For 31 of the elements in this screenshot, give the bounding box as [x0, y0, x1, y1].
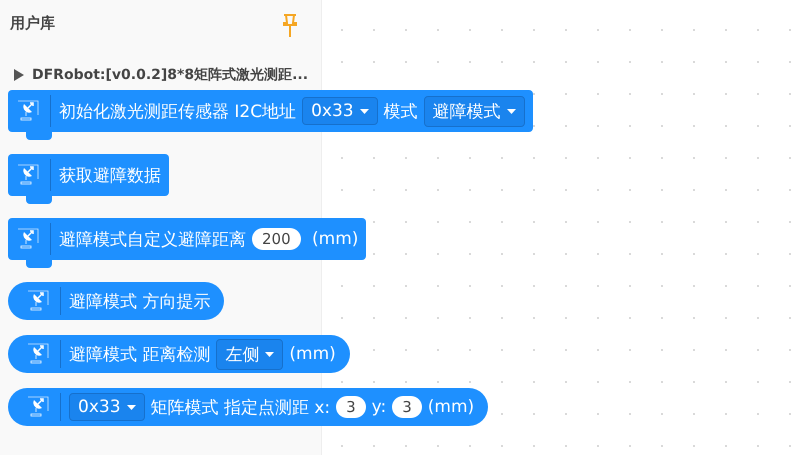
- block-label: (mm): [289, 344, 336, 364]
- caret-icon: [126, 404, 136, 410]
- dropdown[interactable]: 0x33: [69, 393, 145, 421]
- dropdown[interactable]: 避障模式: [424, 96, 525, 126]
- connector-tab: [26, 196, 52, 204]
- expand-triangle-icon[interactable]: [14, 69, 24, 81]
- number-input[interactable]: 3: [336, 396, 366, 418]
- connector-tab: [26, 260, 52, 268]
- caret-icon: [360, 108, 369, 114]
- reporter-block[interactable]: 0x33 矩阵模式 指定点测距 x: 3 y: 3 (mm): [8, 388, 488, 426]
- library-title: 用户库: [10, 14, 55, 32]
- block-label: 避障模式 方向提示: [69, 290, 210, 312]
- block-label: (mm): [428, 397, 474, 417]
- reporter-block[interactable]: 避障模式 距离检测 左侧 (mm): [8, 335, 350, 373]
- block-label: y:: [372, 397, 386, 417]
- reporter-block[interactable]: 避障模式 方向提示: [8, 282, 224, 320]
- block-label: (mm): [311, 229, 358, 249]
- block-label: 模式: [384, 100, 418, 122]
- connector-tab: [26, 132, 52, 140]
- block-label: 避障模式自定义避障距离: [59, 228, 246, 250]
- block-label: 初始化激光测距传感器 I2C地址: [59, 100, 296, 122]
- number-input[interactable]: 3: [392, 396, 422, 418]
- category-header[interactable]: DFRobot:[v0.0.2]8*8矩阵式激光测距...: [14, 66, 308, 84]
- dropdown[interactable]: 0x33: [302, 97, 378, 125]
- caret-icon: [265, 352, 274, 356]
- block-label: 避障模式 距离检测: [69, 344, 210, 366]
- number-input[interactable]: 200: [252, 228, 301, 250]
- caret-icon: [506, 108, 516, 114]
- block-label: 矩阵模式 指定点测距 x:: [150, 396, 330, 418]
- dropdown[interactable]: 左侧: [216, 338, 284, 370]
- block-label: 获取避障数据: [59, 164, 161, 186]
